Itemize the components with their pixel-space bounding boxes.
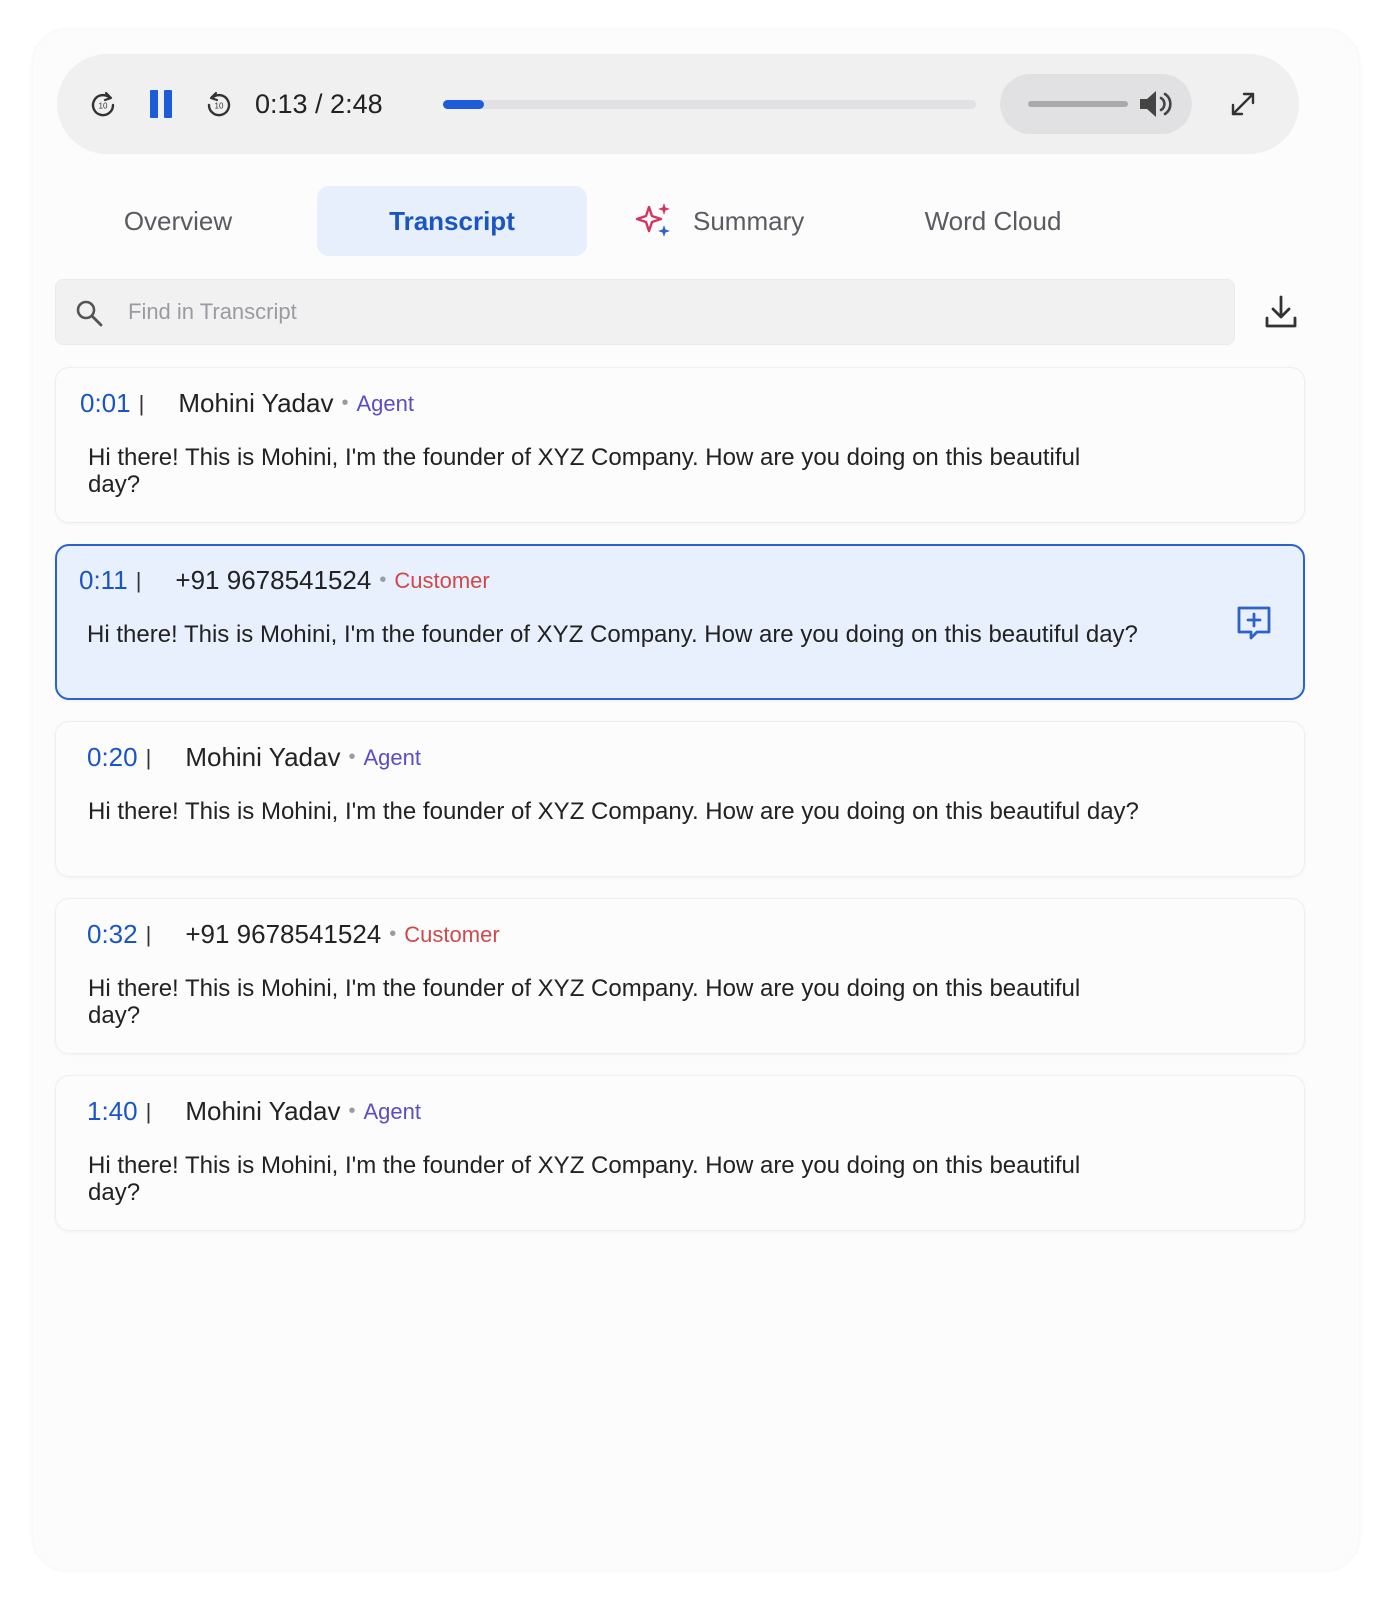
tab-overview[interactable]: Overview <box>93 186 263 256</box>
transcript-entry[interactable]: 0:32 | +91 9678541524 • Customer Hi ther… <box>55 898 1305 1054</box>
entry-dot: • <box>348 746 356 768</box>
tab-bar: Overview Transcript Summary Word Cloud <box>33 186 1133 256</box>
sparkle-icon <box>635 203 670 237</box>
transcript-panel: 10 10 0:13 / 2:48 Overview Transcript Su… <box>33 30 1359 1570</box>
entry-dot: • <box>348 1100 356 1122</box>
entry-speaker: +91 9678541524 <box>185 919 382 949</box>
search-input[interactable] <box>128 280 1218 344</box>
expand-icon[interactable] <box>1227 88 1259 120</box>
download-icon[interactable] <box>1261 292 1301 332</box>
entry-speaker: Mohini Yadav <box>185 1096 341 1126</box>
entry-role: Customer <box>394 567 490 593</box>
entry-role: Agent <box>356 390 414 416</box>
entry-text: Hi there! This is Mohini, I'm the founde… <box>88 798 1139 825</box>
entry-separator: | <box>145 744 152 770</box>
entry-speaker: +91 9678541524 <box>175 565 372 595</box>
entry-role: Agent <box>363 1098 421 1124</box>
search-bar <box>55 279 1235 345</box>
entry-timestamp[interactable]: 1:40 <box>87 1096 138 1127</box>
tab-summary[interactable]: Summary <box>633 186 833 256</box>
transcript-entry[interactable]: 1:40 | Mohini Yadav • Agent Hi there! Th… <box>55 1075 1305 1231</box>
entry-dot: • <box>379 569 387 591</box>
transcript-entry[interactable]: 0:20 | Mohini Yadav • Agent Hi there! Th… <box>55 721 1305 877</box>
tab-transcript[interactable]: Transcript <box>317 186 587 256</box>
entry-separator: | <box>135 567 142 593</box>
entry-separator: | <box>138 390 145 416</box>
entry-text: Hi there! This is Mohini, I'm the founde… <box>88 1152 1081 1206</box>
entry-speaker: Mohini Yadav <box>178 388 334 418</box>
entry-timestamp[interactable]: 0:20 <box>87 742 138 773</box>
transcript-entry-active[interactable]: 0:11 | +91 9678541524 • Customer Hi ther… <box>55 544 1305 700</box>
entry-timestamp[interactable]: 0:32 <box>87 919 138 950</box>
rewind-10-icon[interactable]: 10 <box>87 88 119 120</box>
entry-dot: • <box>341 392 349 414</box>
entry-separator: | <box>145 1098 152 1124</box>
add-comment-icon[interactable] <box>1235 604 1273 642</box>
entry-timestamp[interactable]: 0:11 <box>79 565 128 596</box>
entry-text: Hi there! This is Mohini, I'm the founde… <box>87 621 1138 648</box>
svg-text:10: 10 <box>215 102 224 111</box>
time-display: 0:13 / 2:48 <box>255 89 383 119</box>
entry-text: Hi there! This is Mohini, I'm the founde… <box>88 444 1081 498</box>
tab-word-cloud[interactable]: Word Cloud <box>903 186 1083 256</box>
audio-player: 10 10 0:13 / 2:48 <box>57 54 1299 154</box>
entry-timestamp[interactable]: 0:01 <box>80 388 131 419</box>
entry-role: Agent <box>363 744 421 770</box>
entry-speaker: Mohini Yadav <box>185 742 341 772</box>
entry-separator: | <box>145 921 152 947</box>
progress-bar[interactable] <box>443 100 976 109</box>
entry-dot: • <box>389 923 397 945</box>
svg-text:10: 10 <box>99 102 108 111</box>
progress-fill <box>443 100 485 109</box>
entry-text: Hi there! This is Mohini, I'm the founde… <box>88 975 1081 1029</box>
search-icon <box>74 298 104 328</box>
entry-role: Customer <box>404 921 500 947</box>
transcript-entry[interactable]: 0:01 | Mohini Yadav • Agent Hi there! Th… <box>55 367 1305 523</box>
volume-slider[interactable] <box>1028 101 1128 107</box>
tab-summary-label: Summary <box>693 205 805 236</box>
volume-icon[interactable] <box>1138 87 1176 121</box>
pause-icon[interactable] <box>145 88 177 120</box>
volume-control[interactable] <box>1000 74 1192 134</box>
forward-10-icon[interactable]: 10 <box>203 88 235 120</box>
